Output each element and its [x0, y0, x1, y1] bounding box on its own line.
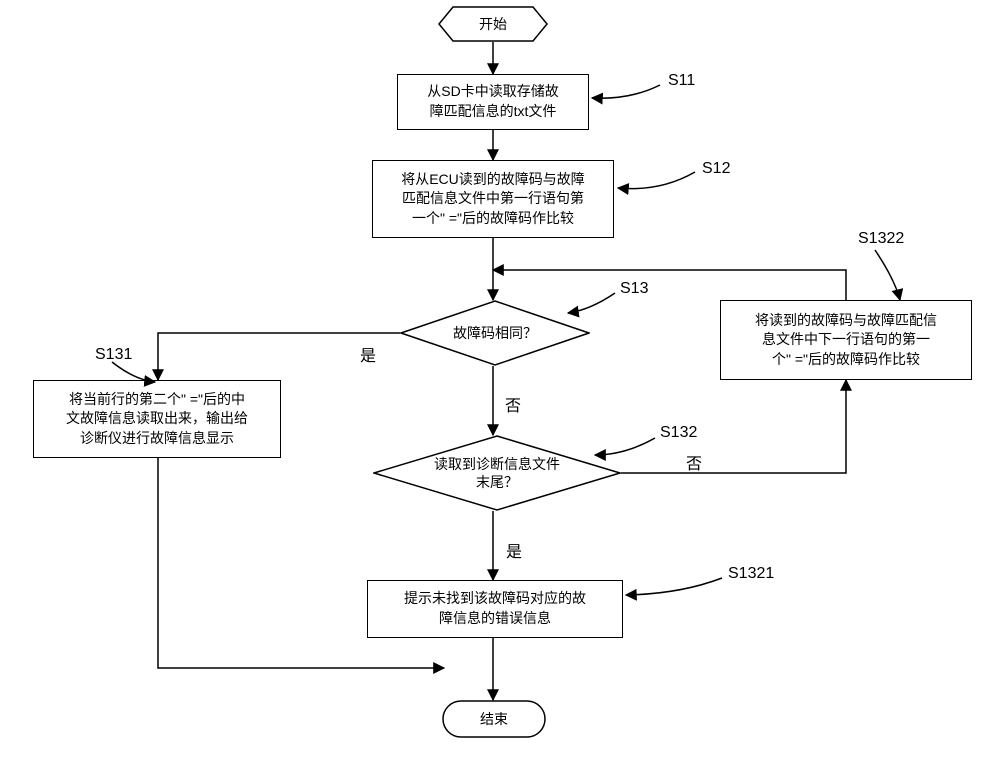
branch-s13-yes: 是 [360, 342, 376, 366]
tag-s1321: S1321 [728, 565, 774, 583]
start-terminator: 开始 [438, 6, 548, 42]
tag-s11: S11 [668, 72, 695, 90]
tag-s13: S13 [620, 280, 648, 298]
step-s12: 将从ECU读到的故障码与故障 匹配信息文件中第一行语句第 一个" ="后的故障码… [372, 160, 614, 238]
step-s11: 从SD卡中读取存储故 障匹配信息的txt文件 [397, 74, 589, 130]
decision-s132-label: 读取到诊断信息文件 末尾？ [434, 455, 560, 491]
decision-s132: 读取到诊断信息文件 末尾？ [373, 435, 621, 511]
decision-s13-label: 故障码相同？ [453, 324, 537, 342]
flowchart-canvas: 开始 从SD卡中读取存储故 障匹配信息的txt文件 将从ECU读到的故障码与故障… [0, 0, 1000, 765]
branch-s132-no: 否 [686, 450, 702, 474]
start-label: 开始 [479, 14, 507, 34]
tag-s1322: S1322 [858, 230, 904, 248]
step-s1321: 提示未找到该故障码对应的故 障信息的错误信息 [367, 580, 623, 638]
step-s131: 将当前行的第二个" ="后的中 文故障信息读取出来，输出给 诊断仪进行故障信息显… [33, 380, 281, 458]
end-label: 结束 [480, 709, 508, 729]
end-terminator: 结束 [442, 700, 546, 738]
step-s1322: 将读到的故障码与故障匹配信 息文件中下一行语句的第一 个" ="后的故障码作比较 [720, 300, 972, 380]
branch-s132-yes: 是 [506, 538, 522, 562]
tag-s131: S131 [95, 346, 132, 364]
tag-s132: S132 [660, 424, 697, 442]
branch-s13-no: 否 [505, 392, 521, 416]
tag-s12: S12 [702, 160, 730, 178]
decision-s13: 故障码相同？ [400, 300, 590, 366]
